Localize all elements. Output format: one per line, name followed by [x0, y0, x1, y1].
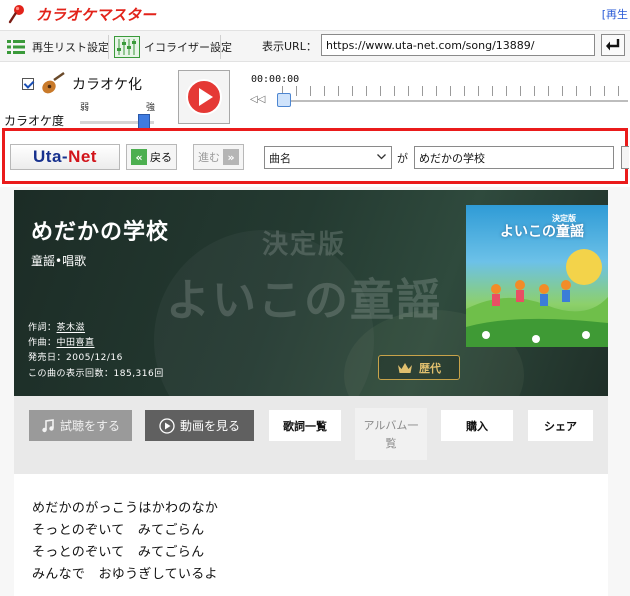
view-count: 185,316回: [113, 369, 164, 379]
playlist-settings-label: 再生リスト設定: [32, 41, 109, 54]
karaoke-master-window: カラオケマスター [再生 再生リスト設定 イコライザー設定 表示URL： htt…: [0, 0, 630, 596]
album-list-button[interactable]: アルバム一 覧: [355, 408, 427, 460]
title-right-text: [再生: [601, 8, 628, 21]
search-input[interactable]: [414, 146, 614, 169]
banner-bg-text-large: よいこの童謡: [166, 275, 442, 326]
lyricist-link[interactable]: 茶木滋: [57, 323, 86, 333]
microphone-icon: [8, 5, 24, 24]
composer-link[interactable]: 中田喜直: [57, 338, 95, 348]
toolbar-divider: [220, 35, 221, 59]
site-name-right: Net: [68, 147, 97, 166]
strong-label: 強: [146, 103, 156, 113]
album-list-label-line1: アルバム一: [363, 419, 419, 432]
buy-label: 購入: [466, 419, 488, 433]
lyrics-list-label: 歌詞一覧: [283, 419, 327, 433]
play-circle-icon: [159, 417, 175, 434]
release-label: 発売日：: [28, 353, 67, 363]
play-icon: [186, 79, 222, 115]
back-arrow-icon: «: [131, 149, 147, 165]
release-date: 2005/12/16: [66, 353, 123, 363]
forward-label: 進む: [198, 151, 220, 164]
album-title: よいこの童謡: [500, 224, 584, 240]
search-field-value: 曲名: [269, 152, 291, 165]
rewind-icon[interactable]: ◁◁: [250, 94, 265, 105]
weak-label: 弱: [80, 103, 90, 113]
lyric-line: そっとのぞいて みてごらん: [32, 545, 205, 560]
history-button[interactable]: 歴代: [378, 355, 460, 380]
back-button[interactable]: « 戻る: [126, 144, 177, 170]
seek-thumb[interactable]: [277, 93, 291, 107]
share-button[interactable]: シェア: [528, 410, 593, 441]
composer-label: 作曲：: [28, 338, 57, 348]
watch-video-button[interactable]: 動画を見る: [145, 410, 254, 441]
preview-label: 試聴をする: [59, 419, 120, 433]
views-row: この曲の表示回数：185,316回: [28, 366, 164, 379]
playback-time: 00:00:00: [251, 74, 300, 85]
url-input[interactable]: [321, 34, 595, 56]
playlist-settings-button[interactable]: 再生リスト設定: [6, 34, 109, 60]
views-label: この曲の表示回数：: [28, 369, 114, 379]
equalizer-settings-label: イコライザー設定: [144, 41, 232, 54]
album-artwork: [466, 249, 608, 347]
preview-button[interactable]: 試聴をする: [29, 410, 132, 441]
album-list-label-line2: 覧: [385, 437, 397, 450]
lyric-line: そっとのぞいて みてごらん: [32, 523, 205, 538]
chevron-down-icon: [377, 154, 386, 160]
history-label: 歴代: [419, 361, 441, 375]
watch-video-label: 動画を見る: [179, 419, 240, 433]
lyricist-row: 作詞：茶木滋: [28, 320, 85, 333]
karaoke-checkbox[interactable]: [22, 78, 34, 90]
song-title: めだかの学校: [31, 220, 170, 245]
equalizer-settings-button[interactable]: イコライザー設定: [114, 34, 232, 60]
list-icon: [7, 40, 25, 54]
title-bar: カラオケマスター [再生: [0, 0, 630, 28]
lyricist-label: 作詞：: [28, 323, 57, 333]
play-button[interactable]: [178, 70, 230, 124]
karaoke-toggle-label: カラオケ化: [72, 77, 142, 93]
search-field-select[interactable]: 曲名: [264, 146, 392, 169]
crown-icon: [398, 362, 412, 373]
lyric-line: みんなで おゆうぎしているよ: [32, 567, 218, 582]
buy-button[interactable]: 購入: [441, 410, 513, 441]
banner-bg-text-small: 決定版: [262, 230, 347, 260]
album-cover[interactable]: 決定版 よいこの童謡: [466, 205, 608, 347]
karaoke-degree-label: カラオケ度: [4, 114, 65, 128]
search-connector: が: [397, 152, 408, 165]
forward-button[interactable]: 進む »: [193, 144, 244, 170]
enter-arrow-icon: [606, 39, 620, 51]
equalizer-icon: [114, 36, 140, 58]
search-button[interactable]: [621, 146, 629, 169]
composer-row: 作曲：中田喜直: [28, 335, 95, 348]
uta-net-home-button[interactable]: Uta- Net: [10, 144, 120, 170]
back-label: 戻る: [150, 151, 172, 164]
toolbar-divider: [108, 35, 109, 59]
seek-ticks: [282, 86, 628, 96]
song-genre: 童謡•唱歌: [31, 254, 87, 268]
release-row: 発売日：2005/12/16: [28, 350, 123, 363]
site-name-left: Uta-: [33, 147, 69, 166]
seek-bar[interactable]: [282, 100, 628, 102]
lyrics-list-button[interactable]: 歌詞一覧: [269, 410, 341, 441]
guitar-icon: [42, 72, 65, 94]
music-note-icon: [42, 418, 54, 432]
lyric-line: めだかのがっこうはかわのなか: [32, 501, 219, 516]
share-label: シェア: [544, 419, 577, 433]
app-title: カラオケマスター: [36, 6, 157, 24]
go-button[interactable]: [601, 34, 625, 56]
url-label: 表示URL：: [262, 40, 317, 53]
forward-arrow-icon: »: [223, 149, 239, 165]
